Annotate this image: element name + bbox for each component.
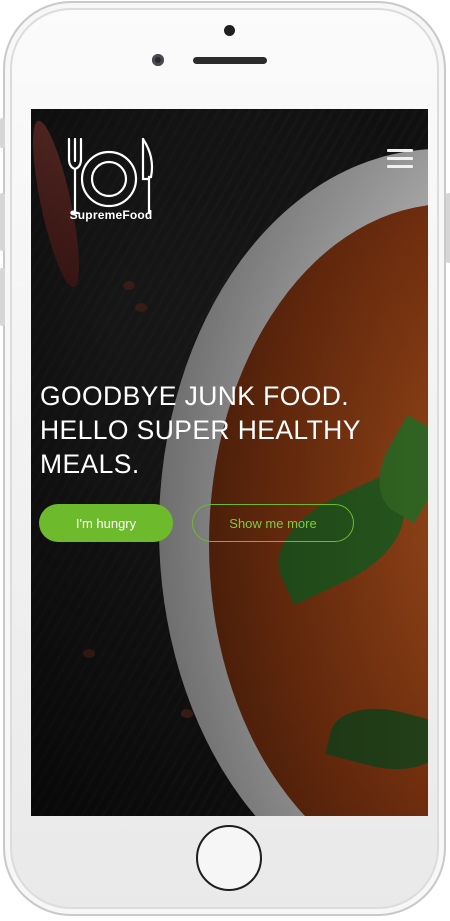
phone-frame: SupremeFood GOODBYE JUNK FOOD. HELLO SUP…: [0, 1, 450, 916]
brand-name: SupremeFood: [69, 208, 153, 222]
hamburger-menu-icon[interactable]: [387, 149, 413, 171]
im-hungry-button[interactable]: I'm hungry: [39, 504, 173, 542]
headline-line-2: HELLO SUPER HEALTHY: [40, 415, 361, 445]
mute-switch: [0, 118, 5, 148]
front-camera: [152, 54, 164, 66]
headline-line-1: GOODBYE JUNK FOOD.: [40, 381, 350, 411]
volume-down-button: [0, 268, 5, 326]
screen: SupremeFood GOODBYE JUNK FOOD. HELLO SUP…: [31, 109, 428, 816]
hero-headline: GOODBYE JUNK FOOD. HELLO SUPER HEALTHY M…: [40, 379, 420, 481]
show-me-more-button[interactable]: Show me more: [192, 504, 354, 542]
home-button[interactable]: [196, 825, 262, 891]
volume-up-button: [0, 193, 5, 251]
headline-line-3: MEALS.: [40, 449, 140, 479]
power-button: [446, 193, 450, 263]
top-camera-dot: [224, 25, 235, 36]
earpiece-speaker: [193, 57, 267, 64]
